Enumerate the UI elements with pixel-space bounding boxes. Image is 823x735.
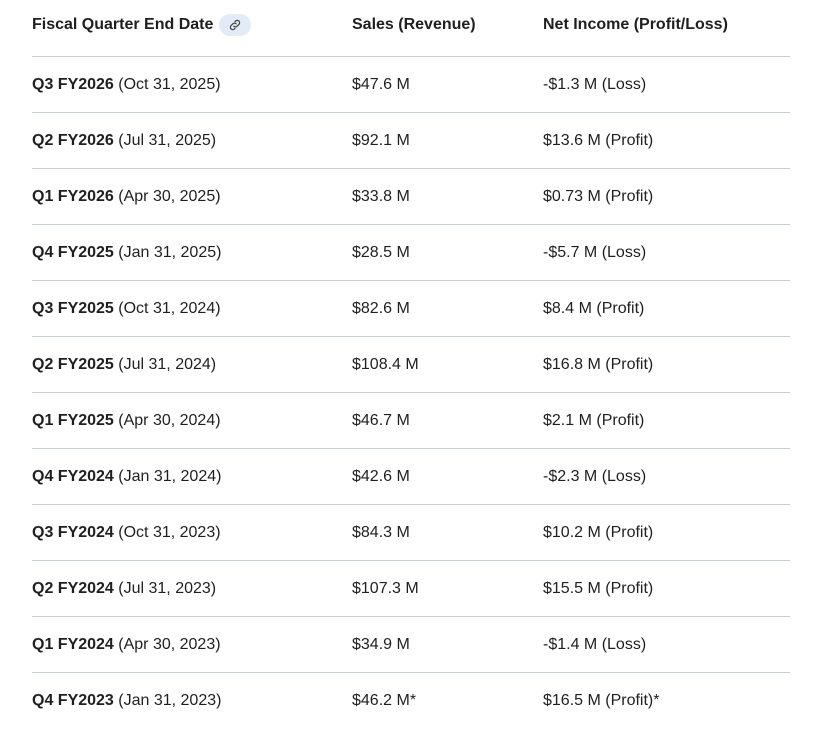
- cell-quarter: Q3 FY2024 (Oct 31, 2023): [32, 504, 352, 561]
- quarter-label: Q2 FY2024: [32, 579, 114, 597]
- quarter-label: Q1 FY2024: [32, 635, 114, 653]
- cell-quarter: Q1 FY2026 (Apr 30, 2025): [32, 168, 352, 225]
- cell-quarter: Q2 FY2024 (Jul 31, 2023): [32, 560, 352, 617]
- quarter-date: (Apr 30, 2025): [113, 187, 221, 205]
- cell-sales: $108.4 M: [352, 336, 543, 393]
- cell-sales: $47.6 M: [352, 56, 543, 113]
- quarter-label: Q4 FY2024: [32, 467, 114, 485]
- table-row: Q3 FY2025 (Oct 31, 2024) $82.6 M $8.4 M …: [32, 280, 790, 337]
- cell-income: $13.6 M (Profit): [543, 112, 790, 169]
- quarter-label: Q3 FY2025: [32, 299, 114, 317]
- quarter-date: (Oct 31, 2024): [113, 299, 221, 317]
- cell-sales: $33.8 M: [352, 168, 543, 225]
- quarter-date: (Jan 31, 2024): [113, 467, 222, 485]
- cell-sales: $34.9 M: [352, 616, 543, 673]
- table-row: Q3 FY2026 (Oct 31, 2025) $47.6 M -$1.3 M…: [32, 56, 790, 113]
- cell-sales: $46.2 M*: [352, 691, 417, 709]
- financial-table-container: Fiscal Quarter End Date Sales (Revenue): [32, 0, 790, 728]
- table-row: Q2 FY2024 (Jul 31, 2023) $107.3 M $15.5 …: [32, 560, 790, 617]
- cell-sales: $107.3 M: [352, 560, 543, 617]
- table-row: Q4 FY2023 (Jan 31, 2023) $46.2 M* $16.5 …: [32, 673, 790, 729]
- cell-quarter: Q3 FY2026 (Oct 31, 2025): [32, 56, 352, 113]
- copy-link-button[interactable]: [219, 14, 252, 36]
- table-row: Q1 FY2026 (Apr 30, 2025) $33.8 M $0.73 M…: [32, 168, 790, 225]
- table-row: Q1 FY2024 (Apr 30, 2023) $34.9 M -$1.4 M…: [32, 616, 790, 673]
- quarter-date: (Apr 30, 2024): [113, 411, 221, 429]
- quarter-label: Q2 FY2025: [32, 355, 114, 373]
- header-net-income-inner: Net Income (Profit/Loss): [543, 0, 790, 53]
- cell-quarter: Q4 FY2025 (Jan 31, 2025): [32, 224, 352, 281]
- cell-income: -$5.7 M (Loss): [543, 224, 790, 281]
- table-row: Q4 FY2024 (Jan 31, 2024) $42.6 M -$2.3 M…: [32, 448, 790, 505]
- cell-sales: $84.3 M: [352, 504, 543, 561]
- header-net-income-label: Net Income (Profit/Loss): [543, 16, 728, 33]
- quarter-date: (Jul 31, 2023): [113, 579, 217, 597]
- header-sales-label: Sales (Revenue): [352, 16, 476, 33]
- cell-quarter: Q2 FY2026 (Jul 31, 2025): [32, 112, 352, 169]
- quarter-date: (Oct 31, 2023): [113, 523, 221, 541]
- table-row: Q2 FY2026 (Jul 31, 2025) $92.1 M $13.6 M…: [32, 112, 790, 169]
- quarter-date: (Oct 31, 2025): [113, 75, 221, 93]
- cell-quarter: Q4 FY2023 (Jan 31, 2023): [32, 673, 352, 729]
- quarter-date: (Jul 31, 2025): [113, 131, 217, 149]
- quarter-label: Q4 FY2023: [32, 691, 114, 709]
- cell-quarter: Q1 FY2025 (Apr 30, 2024): [32, 392, 352, 449]
- quarter-date: (Jan 31, 2025): [113, 243, 222, 261]
- quarter-label: Q3 FY2026: [32, 75, 114, 93]
- quarter-date: (Apr 30, 2023): [113, 635, 221, 653]
- quarter-label: Q1 FY2026: [32, 187, 114, 205]
- table-row: Q3 FY2024 (Oct 31, 2023) $84.3 M $10.2 M…: [32, 504, 790, 561]
- cell-income: $10.2 M (Profit): [543, 504, 790, 561]
- cell-income: $0.73 M (Profit): [543, 168, 790, 225]
- table-row: Q2 FY2025 (Jul 31, 2024) $108.4 M $16.8 …: [32, 336, 790, 393]
- cell-sales: $46.7 M: [352, 392, 543, 449]
- header-row: Fiscal Quarter End Date Sales (Revenue): [32, 0, 790, 57]
- table-row: Q1 FY2025 (Apr 30, 2024) $46.7 M $2.1 M …: [32, 392, 790, 449]
- quarter-label: Q4 FY2025: [32, 243, 114, 261]
- table-body: Q3 FY2026 (Oct 31, 2025) $47.6 M -$1.3 M…: [32, 56, 790, 729]
- header-sales-inner: Sales (Revenue): [352, 0, 543, 53]
- link-icon: [230, 19, 241, 31]
- cell-quarter: Q4 FY2024 (Jan 31, 2024): [32, 448, 352, 505]
- cell-sales: $42.6 M: [352, 448, 543, 505]
- header-fiscal-quarter: Fiscal Quarter End Date: [32, 0, 352, 57]
- cell-income: $8.4 M (Profit): [543, 280, 790, 337]
- table-row: Q4 FY2025 (Jan 31, 2025) $28.5 M -$5.7 M…: [32, 224, 790, 281]
- cell-sales: $28.5 M: [352, 224, 543, 281]
- cell-income: $16.8 M (Profit): [543, 336, 790, 393]
- header-fiscal-quarter-inner: Fiscal Quarter End Date: [32, 0, 352, 53]
- cell-quarter: Q1 FY2024 (Apr 30, 2023): [32, 616, 352, 673]
- header-sales: Sales (Revenue): [352, 0, 543, 57]
- quarter-label: Q3 FY2024: [32, 523, 114, 541]
- cell-income: -$1.4 M (Loss): [543, 616, 790, 673]
- cell-income: $15.5 M (Profit): [543, 560, 790, 617]
- cell-sales: $92.1 M: [352, 112, 543, 169]
- quarter-date: (Jul 31, 2024): [113, 355, 217, 373]
- cell-income: -$2.3 M (Loss): [543, 448, 790, 505]
- header-fiscal-quarter-label: Fiscal Quarter End Date: [32, 16, 214, 33]
- quarter-label: Q1 FY2025: [32, 411, 114, 429]
- cell-income: -$1.3 M (Loss): [543, 56, 790, 113]
- cell-quarter: Q3 FY2025 (Oct 31, 2024): [32, 280, 352, 337]
- cell-sales: $82.6 M: [352, 280, 543, 337]
- financial-table: Fiscal Quarter End Date Sales (Revenue): [32, 0, 790, 728]
- quarter-label: Q2 FY2026: [32, 131, 114, 149]
- table-header: Fiscal Quarter End Date Sales (Revenue): [32, 0, 790, 57]
- header-net-income: Net Income (Profit/Loss): [543, 0, 790, 57]
- cell-income: $16.5 M (Profit)*: [543, 691, 660, 709]
- cell-income: $2.1 M (Profit): [543, 392, 790, 449]
- quarter-date: (Jan 31, 2023): [113, 691, 222, 709]
- cell-quarter: Q2 FY2025 (Jul 31, 2024): [32, 336, 352, 393]
